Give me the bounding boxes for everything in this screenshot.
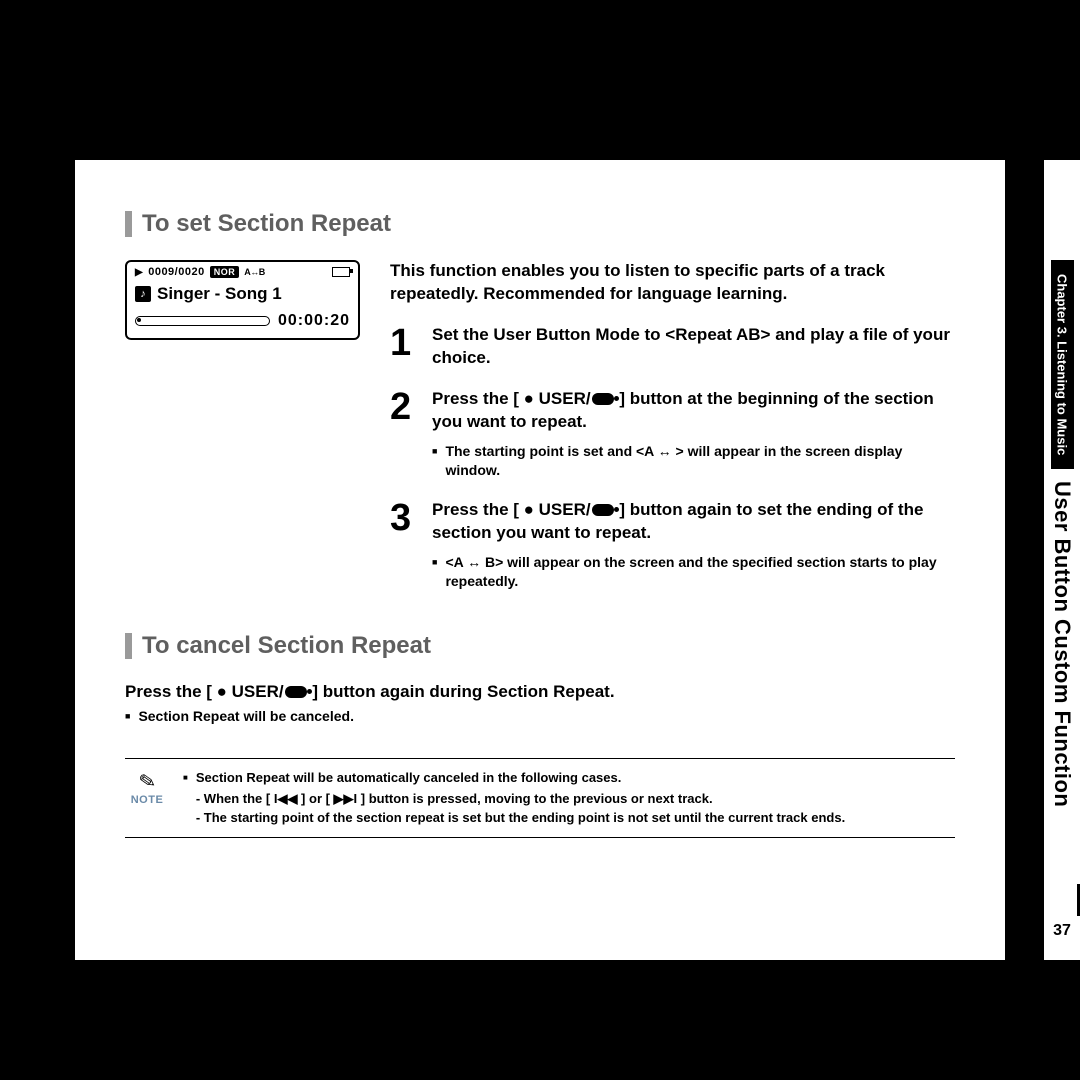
pencil-icon: ✎ (137, 768, 158, 796)
side-tab: Chapter 3. Listening to Music User Butto… (1044, 160, 1080, 960)
step-number: 1 (390, 324, 418, 362)
step-number: 2 (390, 388, 418, 426)
battery-icon (332, 267, 350, 277)
page-number: 37 (1053, 922, 1071, 960)
heading-bar-icon (125, 633, 132, 659)
player-screen-illustration: ▶ 0009/0020 NOR A↔B ♪ Singer - Song 1 00… (125, 260, 360, 340)
user-button-icon (592, 504, 614, 516)
step-3-sub: <A ↔ B> will appear on the screen and th… (445, 553, 955, 592)
music-note-icon: ♪ (135, 286, 151, 302)
cancel-instruction: Press the [ ● USER/ ] button again durin… (125, 682, 955, 702)
elapsed-time: 00:00:20 (278, 312, 350, 330)
play-icon: ▶ (135, 267, 143, 278)
heading-cancel-text: To cancel Section Repeat (142, 632, 431, 660)
heading-cancel: To cancel Section Repeat (125, 632, 955, 660)
step-1-text: Set the User Button Mode to <Repeat AB> … (432, 324, 955, 370)
step-2-sub: The starting point is set and <A ↔ > wil… (445, 442, 955, 481)
intro-paragraph: This function enables you to listen to s… (390, 260, 955, 306)
heading-set: To set Section Repeat (125, 210, 955, 238)
step-2-text-pre: Press the [ ● USER/ (432, 389, 591, 408)
progress-bar (135, 316, 270, 326)
user-button-icon (285, 686, 307, 698)
heading-bar-icon (125, 211, 132, 237)
note-dash-1: When the [ I◀◀ ] or [ ▶▶I ] button is pr… (196, 790, 955, 809)
step-3: 3 Press the [ ● USER/ ] button again to … (390, 499, 955, 592)
cancel-sub-text: Section Repeat will be canceled. (138, 708, 354, 724)
user-button-icon (592, 393, 614, 405)
step-3-text-pre: Press the [ ● USER/ (432, 500, 591, 519)
manual-page: To set Section Repeat ▶ 0009/0020 NOR A↔… (75, 160, 1005, 960)
note-dash-2: The starting point of the section repeat… (196, 809, 955, 828)
heading-set-text: To set Section Repeat (142, 210, 391, 238)
track-count: 0009/0020 (148, 266, 205, 278)
ab-repeat-indicator: A↔B (244, 267, 265, 277)
note-box: ✎ NOTE Section Repeat will be automatica… (125, 758, 955, 839)
note-lead: Section Repeat will be automatically can… (196, 770, 622, 785)
chapter-label: Chapter 3. Listening to Music (1051, 260, 1074, 469)
track-title: Singer - Song 1 (157, 284, 282, 304)
nor-badge: NOR (210, 266, 240, 278)
step-1: 1 Set the User Button Mode to <Repeat AB… (390, 324, 955, 370)
step-number: 3 (390, 499, 418, 537)
note-label: NOTE (125, 794, 169, 806)
feature-label: User Button Custom Function (1049, 477, 1075, 811)
step-2: 2 Press the [ ● USER/ ] button at the be… (390, 388, 955, 481)
